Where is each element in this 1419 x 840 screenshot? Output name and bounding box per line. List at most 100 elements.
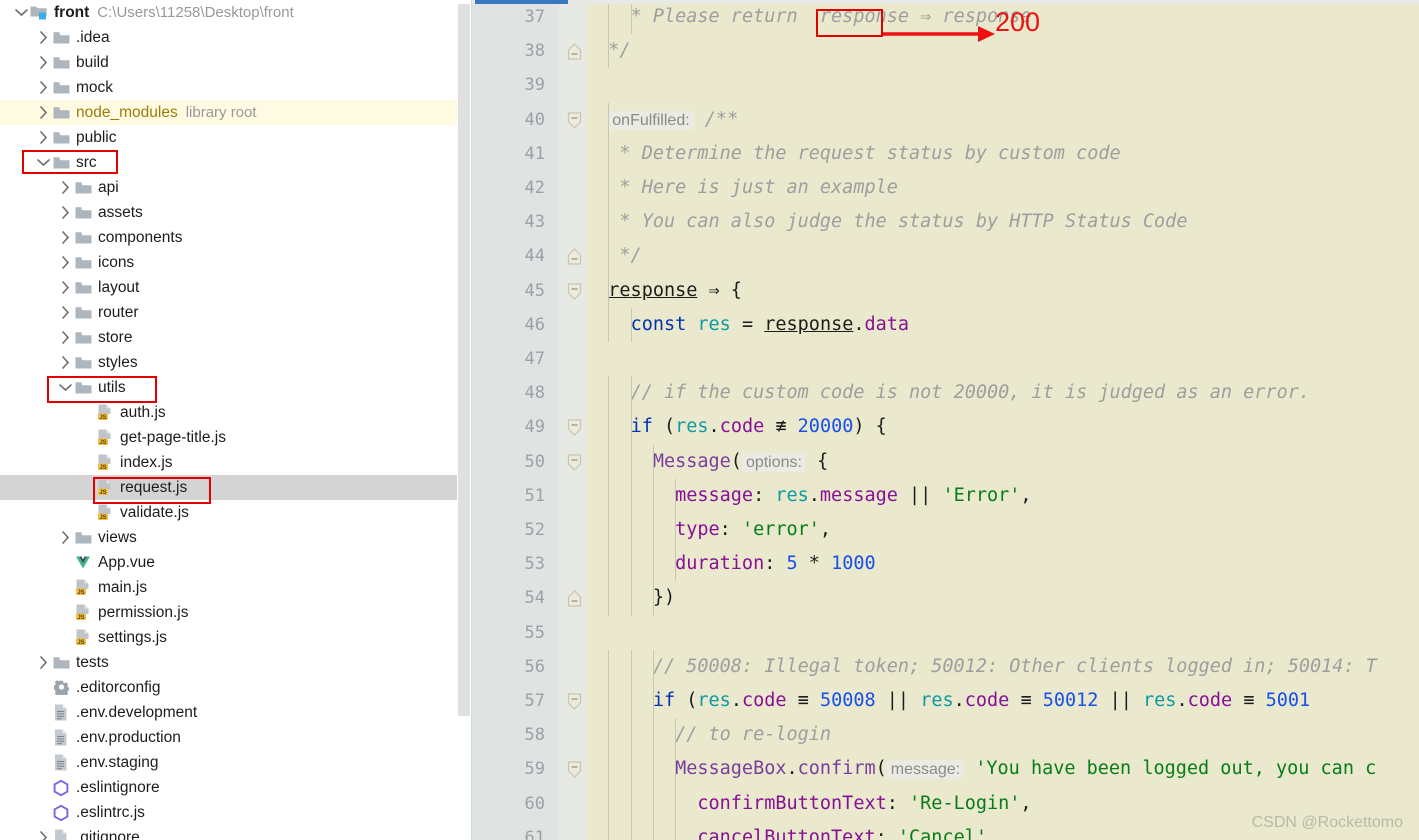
- chevron-right-icon[interactable]: [36, 650, 51, 675]
- tree-item--editorconfig[interactable]: .editorconfig: [0, 675, 471, 700]
- tree-item-label: styles: [98, 353, 138, 371]
- chevron-right-icon[interactable]: [58, 350, 73, 375]
- project-tree-scrollbar-track[interactable]: [457, 0, 471, 840]
- tree-item-node-modules[interactable]: node_modules library root: [0, 100, 471, 125]
- tree-item-utils[interactable]: utils: [0, 375, 471, 400]
- chevron-right-icon[interactable]: [36, 50, 51, 75]
- fold-collapse-icon[interactable]: [567, 419, 582, 437]
- chevron-down-icon[interactable]: [36, 150, 51, 175]
- chevron-right-icon[interactable]: [58, 250, 73, 275]
- tree-item--eslintrc-js[interactable]: .eslintrc.js: [0, 800, 471, 825]
- tree-item-assets[interactable]: assets: [0, 200, 471, 225]
- tree-item-front[interactable]: front C:\Users\11258\Desktop\front: [0, 0, 471, 25]
- code-line[interactable]: * Determine the request status by custom…: [586, 137, 1120, 171]
- fold-end-icon[interactable]: [567, 248, 582, 265]
- tree-item--env-production[interactable]: .env.production: [0, 725, 471, 750]
- code-line[interactable]: cancelButtonText: 'Cancel',: [586, 821, 998, 840]
- tree-item-layout[interactable]: layout: [0, 275, 471, 300]
- chevron-right-icon[interactable]: [36, 75, 51, 100]
- tree-item-settings-js[interactable]: JS settings.js: [0, 625, 471, 650]
- tree-item-api[interactable]: api: [0, 175, 471, 200]
- chevron-right-icon[interactable]: [58, 325, 73, 350]
- code-line[interactable]: const res = response.data: [586, 308, 910, 342]
- tree-item-app-vue[interactable]: App.vue: [0, 550, 471, 575]
- tree-item-auth-js[interactable]: JS auth.js: [0, 400, 471, 425]
- tree-item-tests[interactable]: tests: [0, 650, 471, 675]
- code-editor-pane[interactable]: 37 38 39 40 41 42 43 44 45 46 47 48 49 50 51 52 53 54 55 56…: [472, 0, 1419, 840]
- tree-item-src[interactable]: src: [0, 150, 471, 175]
- ide-window: front C:\Users\11258\Desktop\front .idea bu…: [0, 0, 1419, 840]
- tree-item-components[interactable]: components: [0, 225, 471, 250]
- chevron-right-icon[interactable]: [36, 825, 51, 840]
- code-line[interactable]: duration: 5 * 1000: [586, 547, 876, 581]
- tree-item-icons[interactable]: icons: [0, 250, 471, 275]
- code-line[interactable]: * You can also judge the status by HTTP …: [586, 205, 1187, 239]
- fold-collapse-icon[interactable]: [567, 453, 582, 471]
- chevron-down-icon[interactable]: [14, 0, 29, 25]
- tree-item--idea[interactable]: .idea: [0, 25, 471, 50]
- tree-item-validate-js[interactable]: JS validate.js: [0, 500, 471, 525]
- tree-item-public[interactable]: public: [0, 125, 471, 150]
- tree-item-build[interactable]: build: [0, 50, 471, 75]
- tree-item-router[interactable]: router: [0, 300, 471, 325]
- indent-guide: [608, 102, 610, 137]
- tree-item-get-page-title-js[interactable]: JS get-page-title.js: [0, 425, 471, 450]
- code-line[interactable]: response ⇒ {: [586, 274, 742, 308]
- fold-collapse-icon[interactable]: [567, 282, 582, 300]
- code-line[interactable]: * Here is just an example: [586, 171, 897, 205]
- chevron-right-icon[interactable]: [36, 25, 51, 50]
- tree-item-views[interactable]: views: [0, 525, 471, 550]
- editor-code-area[interactable]: * Please return response ⇒ response */ o…: [586, 0, 1419, 840]
- project-tree-list[interactable]: front C:\Users\11258\Desktop\front .idea bu…: [0, 0, 471, 840]
- tree-item-styles[interactable]: styles: [0, 350, 471, 375]
- fold-collapse-icon[interactable]: [567, 111, 582, 129]
- editor-fold-gutter[interactable]: [559, 0, 586, 840]
- code-token: res: [920, 690, 954, 711]
- indent-guide: [608, 136, 610, 171]
- code-line[interactable]: if (res.code ≡ 50008 || res.code ≡ 50012…: [586, 684, 1310, 718]
- code-line[interactable]: type: 'error',: [586, 513, 831, 547]
- project-tree-scrollbar-thumb[interactable]: [458, 4, 470, 716]
- fold-end-icon[interactable]: [567, 590, 582, 607]
- chevron-right-icon[interactable]: [58, 525, 73, 550]
- tree-item--gitignore[interactable]: .gitignore: [0, 825, 471, 840]
- tree-item-main-js[interactable]: JS main.js: [0, 575, 471, 600]
- code-token: res: [1143, 690, 1177, 711]
- indent-guide: [652, 820, 654, 840]
- chevron-down-icon[interactable]: [58, 375, 73, 400]
- code-line[interactable]: * Please return response ⇒ response: [586, 0, 1032, 34]
- chevron-right-icon[interactable]: [58, 225, 73, 250]
- tree-item--env-development[interactable]: .env.development: [0, 700, 471, 725]
- editor-line-number-gutter: 37 38 39 40 41 42 43 44 45 46 47 48 49 50 51 52 53 54 55 56…: [472, 0, 559, 840]
- tree-item-request-js[interactable]: JS request.js: [0, 475, 471, 500]
- folder-module-icon: [29, 0, 49, 25]
- chevron-right-icon[interactable]: [58, 200, 73, 225]
- fold-collapse-icon[interactable]: [567, 761, 582, 779]
- fold-collapse-icon[interactable]: [567, 693, 582, 710]
- chevron-right-icon[interactable]: [58, 175, 73, 200]
- code-line[interactable]: Message(options: {: [586, 445, 828, 479]
- chevron-right-icon[interactable]: [36, 125, 51, 150]
- tree-item-store[interactable]: store: [0, 325, 471, 350]
- tree-item--eslintignore[interactable]: .eslintignore: [0, 775, 471, 800]
- code-line[interactable]: */: [586, 239, 641, 273]
- chevron-right-icon[interactable]: [58, 275, 73, 300]
- fold-end-icon[interactable]: [567, 43, 582, 60]
- code-line[interactable]: // to re-login: [586, 718, 831, 752]
- code-token: res: [675, 416, 709, 438]
- code-line[interactable]: MessageBox.confirm(message: 'You have be…: [586, 752, 1376, 786]
- chevron-right-icon[interactable]: [36, 100, 51, 125]
- tree-item-index-js[interactable]: JS index.js: [0, 450, 471, 475]
- tree-item-label: tests: [76, 653, 109, 671]
- code-line[interactable]: // if the custom code is not 20000, it i…: [586, 376, 1310, 410]
- text-icon: [51, 750, 71, 775]
- code-line[interactable]: // 50008: Illegal token; 50012: Other cl…: [586, 650, 1377, 684]
- tree-item-mock[interactable]: mock: [0, 75, 471, 100]
- tree-item--env-staging[interactable]: .env.staging: [0, 750, 471, 775]
- tree-item-permission-js[interactable]: JS permission.js: [0, 600, 471, 625]
- project-tree-panel[interactable]: front C:\Users\11258\Desktop\front .idea bu…: [0, 0, 472, 840]
- chevron-right-icon[interactable]: [58, 300, 73, 325]
- folder-icon: [73, 175, 93, 200]
- code-token: const: [630, 313, 687, 335]
